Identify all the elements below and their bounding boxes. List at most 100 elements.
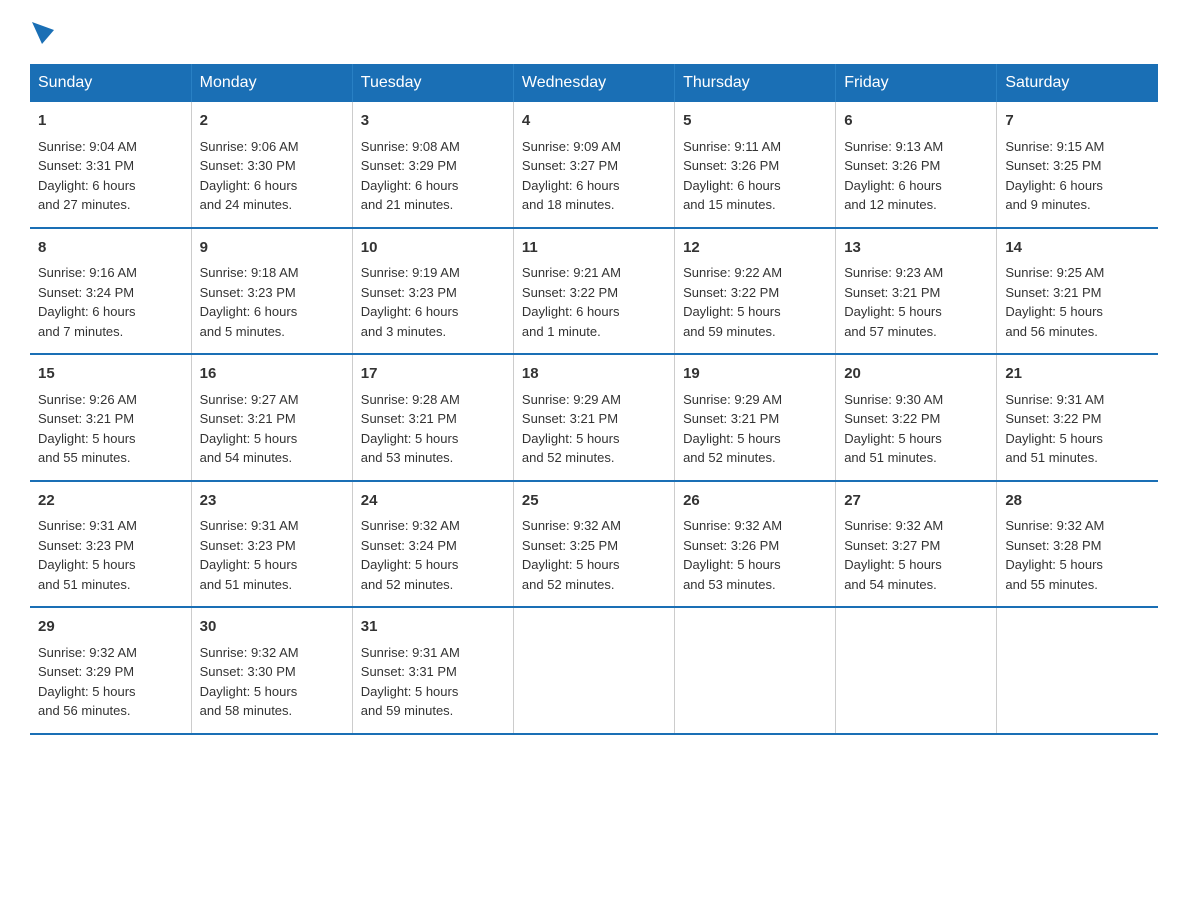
- day-info: Sunrise: 9:23 AM Sunset: 3:21 PM Dayligh…: [844, 263, 988, 341]
- day-number: 12: [683, 237, 827, 260]
- calendar-cell: 15Sunrise: 9:26 AM Sunset: 3:21 PM Dayli…: [30, 354, 191, 481]
- day-info: Sunrise: 9:31 AM Sunset: 3:23 PM Dayligh…: [200, 516, 344, 594]
- calendar-cell: 5 Sunrise: 9:11 AM Sunset: 3:26 PM Daylig…: [675, 102, 836, 228]
- day-number: 1: [38, 110, 183, 133]
- day-number: 25: [522, 490, 666, 513]
- day-number: 10: [361, 237, 505, 260]
- calendar-cell: 10 Sunrise: 9:19 AM Sunset: 3:23 PM Dayli…: [352, 228, 513, 355]
- day-number: 18: [522, 363, 666, 386]
- day-number: 26: [683, 490, 827, 513]
- calendar-cell: 3 Sunrise: 9:08 AM Sunset: 3:29 PM Daylig…: [352, 102, 513, 228]
- day-number: 27: [844, 490, 988, 513]
- header-sunday: Sunday: [30, 64, 191, 102]
- calendar-cell: 1 Sunrise: 9:04 AM Sunset: 3:31 PM Daylig…: [30, 102, 191, 228]
- calendar-cell: 24 Sunrise: 9:32 AM Sunset: 3:24 PM Dayli…: [352, 481, 513, 608]
- calendar-cell: 26 Sunrise: 9:32 AM Sunset: 3:26 PM Dayli…: [675, 481, 836, 608]
- calendar-week-row: 15Sunrise: 9:26 AM Sunset: 3:21 PM Dayli…: [30, 354, 1158, 481]
- calendar-cell: 18Sunrise: 9:29 AM Sunset: 3:21 PM Dayli…: [513, 354, 674, 481]
- day-info: Sunrise: 9:04 AM Sunset: 3:31 PM Dayligh…: [38, 137, 183, 215]
- day-info: Sunrise: 9:08 AM Sunset: 3:29 PM Dayligh…: [361, 137, 505, 215]
- header-friday: Friday: [836, 64, 997, 102]
- header-monday: Monday: [191, 64, 352, 102]
- day-number: 13: [844, 237, 988, 260]
- day-number: 16: [200, 363, 344, 386]
- day-number: 20: [844, 363, 988, 386]
- calendar-week-row: 22 Sunrise: 9:31 AM Sunset: 3:23 PM Dayli…: [30, 481, 1158, 608]
- calendar-cell: [513, 607, 674, 734]
- day-info: Sunrise: 9:27 AM Sunset: 3:21 PM Dayligh…: [200, 390, 344, 468]
- day-info: Sunrise: 9:19 AM Sunset: 3:23 PM Dayligh…: [361, 263, 505, 341]
- day-info: Sunrise: 9:13 AM Sunset: 3:26 PM Dayligh…: [844, 137, 988, 215]
- calendar-table: SundayMondayTuesdayWednesdayThursdayFrid…: [30, 64, 1158, 735]
- calendar-cell: 27 Sunrise: 9:32 AM Sunset: 3:27 PM Dayli…: [836, 481, 997, 608]
- day-info: Sunrise: 9:31 AM Sunset: 3:31 PM Dayligh…: [361, 643, 505, 721]
- day-info: Sunrise: 9:29 AM Sunset: 3:21 PM Dayligh…: [683, 390, 827, 468]
- day-number: 30: [200, 616, 344, 639]
- calendar-cell: 14Sunrise: 9:25 AM Sunset: 3:21 PM Dayli…: [997, 228, 1158, 355]
- calendar-cell: 16 Sunrise: 9:27 AM Sunset: 3:21 PM Dayli…: [191, 354, 352, 481]
- day-number: 28: [1005, 490, 1150, 513]
- calendar-cell: 6 Sunrise: 9:13 AM Sunset: 3:26 PM Daylig…: [836, 102, 997, 228]
- day-info: Sunrise: 9:18 AM Sunset: 3:23 PM Dayligh…: [200, 263, 344, 341]
- day-number: 8: [38, 237, 183, 260]
- day-number: 19: [683, 363, 827, 386]
- day-info: Sunrise: 9:32 AM Sunset: 3:29 PM Dayligh…: [38, 643, 183, 721]
- day-info: Sunrise: 9:31 AM Sunset: 3:23 PM Dayligh…: [38, 516, 183, 594]
- day-number: 4: [522, 110, 666, 133]
- day-number: 9: [200, 237, 344, 260]
- day-number: 22: [38, 490, 183, 513]
- calendar-cell: 2 Sunrise: 9:06 AM Sunset: 3:30 PM Daylig…: [191, 102, 352, 228]
- day-info: Sunrise: 9:21 AM Sunset: 3:22 PM Dayligh…: [522, 263, 666, 341]
- header-wednesday: Wednesday: [513, 64, 674, 102]
- header-tuesday: Tuesday: [352, 64, 513, 102]
- day-number: 6: [844, 110, 988, 133]
- calendar-cell: [997, 607, 1158, 734]
- day-info: Sunrise: 9:32 AM Sunset: 3:26 PM Dayligh…: [683, 516, 827, 594]
- calendar-week-row: 8Sunrise: 9:16 AM Sunset: 3:24 PM Daylig…: [30, 228, 1158, 355]
- calendar-cell: 13 Sunrise: 9:23 AM Sunset: 3:21 PM Dayli…: [836, 228, 997, 355]
- calendar-cell: 23 Sunrise: 9:31 AM Sunset: 3:23 PM Dayli…: [191, 481, 352, 608]
- calendar-cell: 19 Sunrise: 9:29 AM Sunset: 3:21 PM Dayli…: [675, 354, 836, 481]
- day-number: 17: [361, 363, 505, 386]
- calendar-cell: 21 Sunrise: 9:31 AM Sunset: 3:22 PM Dayli…: [997, 354, 1158, 481]
- day-info: Sunrise: 9:32 AM Sunset: 3:24 PM Dayligh…: [361, 516, 505, 594]
- calendar-cell: 4 Sunrise: 9:09 AM Sunset: 3:27 PM Daylig…: [513, 102, 674, 228]
- calendar-cell: 22 Sunrise: 9:31 AM Sunset: 3:23 PM Dayli…: [30, 481, 191, 608]
- logo-icon: [32, 22, 54, 44]
- calendar-cell: 30 Sunrise: 9:32 AM Sunset: 3:30 PM Dayli…: [191, 607, 352, 734]
- day-number: 5: [683, 110, 827, 133]
- calendar-cell: 20Sunrise: 9:30 AM Sunset: 3:22 PM Dayli…: [836, 354, 997, 481]
- day-number: 2: [200, 110, 344, 133]
- day-info: Sunrise: 9:15 AM Sunset: 3:25 PM Dayligh…: [1005, 137, 1150, 215]
- calendar-cell: 25 Sunrise: 9:32 AM Sunset: 3:25 PM Dayli…: [513, 481, 674, 608]
- page-header: [30, 20, 1158, 44]
- day-info: Sunrise: 9:31 AM Sunset: 3:22 PM Dayligh…: [1005, 390, 1150, 468]
- calendar-cell: 11 Sunrise: 9:21 AM Sunset: 3:22 PM Dayli…: [513, 228, 674, 355]
- calendar-cell: [836, 607, 997, 734]
- day-info: Sunrise: 9:32 AM Sunset: 3:28 PM Dayligh…: [1005, 516, 1150, 594]
- calendar-week-row: 29Sunrise: 9:32 AM Sunset: 3:29 PM Dayli…: [30, 607, 1158, 734]
- calendar-week-row: 1 Sunrise: 9:04 AM Sunset: 3:31 PM Daylig…: [30, 102, 1158, 228]
- day-info: Sunrise: 9:32 AM Sunset: 3:27 PM Dayligh…: [844, 516, 988, 594]
- day-info: Sunrise: 9:25 AM Sunset: 3:21 PM Dayligh…: [1005, 263, 1150, 341]
- calendar-cell: 7 Sunrise: 9:15 AM Sunset: 3:25 PM Daylig…: [997, 102, 1158, 228]
- day-info: Sunrise: 9:32 AM Sunset: 3:25 PM Dayligh…: [522, 516, 666, 594]
- day-number: 21: [1005, 363, 1150, 386]
- day-info: Sunrise: 9:09 AM Sunset: 3:27 PM Dayligh…: [522, 137, 666, 215]
- day-info: Sunrise: 9:22 AM Sunset: 3:22 PM Dayligh…: [683, 263, 827, 341]
- calendar-cell: [675, 607, 836, 734]
- day-number: 7: [1005, 110, 1150, 133]
- day-number: 24: [361, 490, 505, 513]
- day-info: Sunrise: 9:11 AM Sunset: 3:26 PM Dayligh…: [683, 137, 827, 215]
- header-thursday: Thursday: [675, 64, 836, 102]
- calendar-cell: 9 Sunrise: 9:18 AM Sunset: 3:23 PM Daylig…: [191, 228, 352, 355]
- day-info: Sunrise: 9:06 AM Sunset: 3:30 PM Dayligh…: [200, 137, 344, 215]
- calendar-header-row: SundayMondayTuesdayWednesdayThursdayFrid…: [30, 64, 1158, 102]
- day-number: 23: [200, 490, 344, 513]
- day-info: Sunrise: 9:32 AM Sunset: 3:30 PM Dayligh…: [200, 643, 344, 721]
- day-info: Sunrise: 9:28 AM Sunset: 3:21 PM Dayligh…: [361, 390, 505, 468]
- calendar-cell: 17 Sunrise: 9:28 AM Sunset: 3:21 PM Dayli…: [352, 354, 513, 481]
- calendar-cell: 31Sunrise: 9:31 AM Sunset: 3:31 PM Dayli…: [352, 607, 513, 734]
- day-number: 3: [361, 110, 505, 133]
- day-number: 11: [522, 237, 666, 260]
